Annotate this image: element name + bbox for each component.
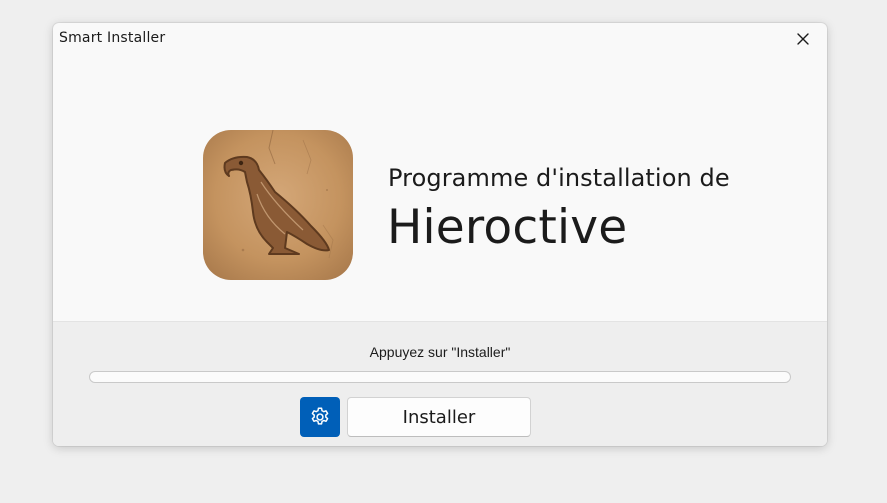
hero-section: Programme d'installation de Hieroctive — [53, 55, 827, 321]
window-title: Smart Installer — [59, 30, 166, 46]
install-button[interactable]: Installer — [347, 397, 531, 437]
progress-bar — [89, 371, 791, 383]
installer-window: Smart Installer Programme d'installation… — [53, 23, 827, 446]
app-logo — [203, 130, 353, 280]
close-button[interactable] — [785, 27, 821, 51]
action-panel: Appuyez sur "Installer" Installer — [53, 321, 827, 446]
title-bar: Smart Installer — [53, 23, 827, 55]
settings-button[interactable] — [300, 397, 340, 437]
falcon-hieroglyph-icon — [203, 130, 353, 280]
status-text: Appuyez sur "Installer" — [369, 344, 511, 360]
close-icon — [797, 33, 809, 45]
gear-icon — [311, 407, 329, 425]
app-name: Hieroctive — [387, 200, 628, 255]
installer-subtitle: Programme d'installation de — [388, 164, 730, 192]
